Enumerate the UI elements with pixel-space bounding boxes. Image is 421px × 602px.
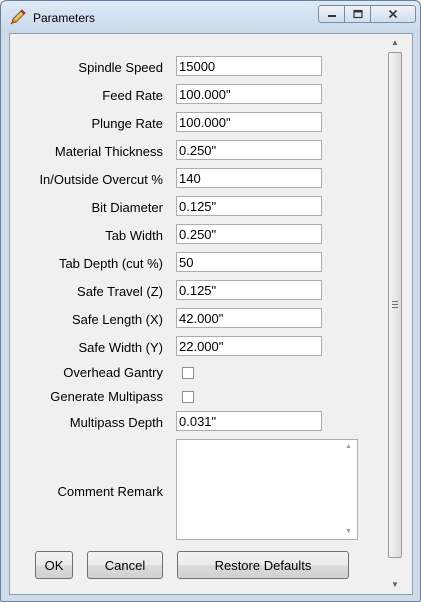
parameters-window: Parameters Spindle Speed 15000 Feed Rate…: [0, 0, 421, 602]
tab-width-input[interactable]: [176, 224, 322, 244]
pencil-icon: [10, 9, 26, 25]
field-label: Tab Width: [105, 228, 163, 243]
checkbox-label: Generate Multipass: [50, 389, 163, 404]
cancel-button[interactable]: Cancel: [87, 551, 163, 579]
spindle-speed-input[interactable]: [176, 56, 322, 76]
field-label: Tab Depth (cut %): [58, 256, 163, 271]
scroll-up-icon[interactable]: ▲: [340, 440, 357, 454]
tab-depth-input[interactable]: [176, 252, 322, 272]
material-thickness-input[interactable]: [176, 140, 322, 160]
thumb-grip-icon: [392, 301, 398, 302]
field-label: Safe Length (X): [71, 312, 163, 327]
bit-diameter-input[interactable]: [176, 196, 322, 216]
field-label: Feed Rate: [102, 88, 163, 103]
window-title: Parameters: [33, 11, 96, 25]
comment-label: Comment Remark: [57, 484, 163, 499]
overcut-input[interactable]: [176, 168, 322, 188]
field-label: Multipass Depth: [69, 415, 163, 430]
multipass-depth-input[interactable]: [176, 411, 322, 431]
safe-length-input[interactable]: [176, 308, 322, 328]
thumb-grip-icon: [392, 304, 398, 305]
title-bar[interactable]: Parameters: [1, 1, 420, 33]
comment-scrollbar[interactable]: ▲ ▼: [340, 440, 357, 539]
comment-remark-textarea[interactable]: [177, 440, 339, 539]
field-label: Material Thickness: [54, 144, 163, 159]
maximize-button[interactable]: [345, 5, 371, 23]
scroll-up-icon[interactable]: ▲: [386, 34, 404, 52]
field-label: Safe Width (Y): [78, 340, 163, 355]
ok-button[interactable]: OK: [35, 551, 73, 579]
scroll-thumb[interactable]: [388, 52, 402, 558]
field-label: Spindle Speed: [78, 60, 163, 75]
overhead-gantry-checkbox[interactable]: [182, 367, 194, 379]
generate-multipass-checkbox[interactable]: [182, 391, 194, 403]
minimize-icon: [327, 15, 336, 17]
feed-rate-input[interactable]: [176, 84, 322, 104]
safe-width-input[interactable]: [176, 336, 322, 356]
comment-box: ▲ ▼: [176, 439, 358, 540]
field-label: Safe Travel (Z): [77, 284, 163, 299]
minimize-button[interactable]: [318, 5, 345, 23]
scroll-down-icon[interactable]: ▼: [340, 525, 357, 539]
checkbox-label: Overhead Gantry: [63, 365, 163, 380]
restore-defaults-button[interactable]: Restore Defaults: [177, 551, 349, 579]
thumb-grip-icon: [392, 307, 398, 308]
scroll-down-icon[interactable]: ▼: [386, 576, 404, 594]
parameters-panel: Spindle Speed Feed Rate Plunge Rate Mate…: [9, 33, 413, 595]
field-label: In/Outside Overcut %: [39, 172, 163, 187]
field-label: Bit Diameter: [91, 200, 163, 215]
plunge-rate-input[interactable]: [176, 112, 322, 132]
vertical-scrollbar[interactable]: ▲ ▼: [386, 34, 404, 594]
close-button[interactable]: [371, 5, 416, 23]
close-icon: [388, 9, 398, 19]
safe-travel-input[interactable]: [176, 280, 322, 300]
maximize-icon: [352, 9, 363, 19]
field-label: Plunge Rate: [91, 116, 163, 131]
